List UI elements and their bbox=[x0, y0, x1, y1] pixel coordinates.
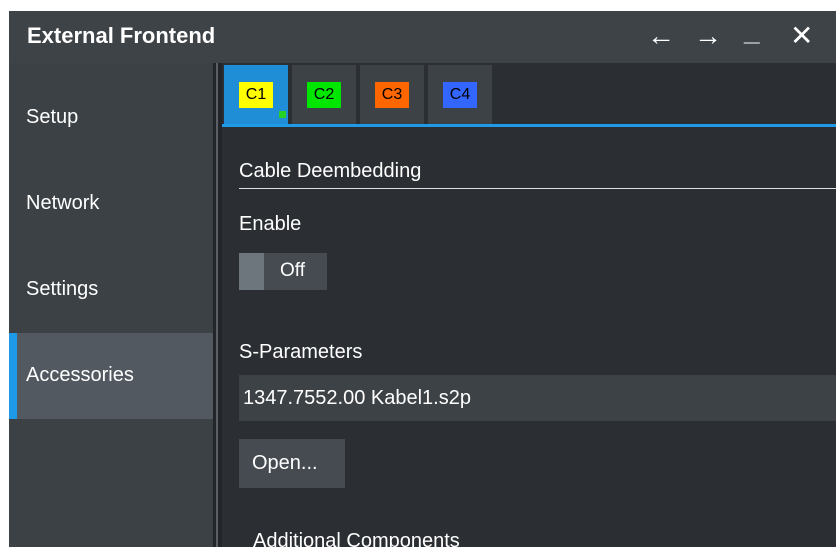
tab-c4[interactable]: C4 bbox=[428, 65, 492, 124]
s-parameters-label: S-Parameters bbox=[239, 341, 363, 363]
minimize-icon[interactable]: _ bbox=[744, 17, 760, 45]
tab-c3[interactable]: C3 bbox=[360, 65, 424, 124]
tab-label: C3 bbox=[375, 82, 409, 108]
sidebar-item-label: Setup bbox=[26, 106, 79, 128]
sidebar-item-label: Network bbox=[26, 192, 100, 214]
main-panel: C1 C2 C3 C4 Cable Deembedding Enable Off… bbox=[222, 63, 836, 547]
enable-label: Enable bbox=[239, 213, 302, 235]
tab-label: C2 bbox=[307, 82, 341, 108]
enable-toggle[interactable]: Off bbox=[239, 253, 327, 290]
toggle-knob bbox=[239, 253, 264, 290]
sidebar-item-label: Settings bbox=[26, 278, 99, 300]
tab-c1[interactable]: C1 bbox=[224, 65, 288, 124]
tab-underline bbox=[222, 124, 836, 127]
sidebar: Setup Network Settings Accessories bbox=[9, 63, 213, 547]
sidebar-item-network[interactable]: Network bbox=[9, 161, 213, 247]
sidebar-item-accessories[interactable]: Accessories bbox=[9, 333, 213, 419]
section-divider bbox=[239, 188, 836, 189]
open-button-label: Open... bbox=[252, 452, 318, 474]
section-title: Cable Deembedding bbox=[239, 160, 422, 182]
external-frontend-window: External Frontend ← → _ ✕ Setup Network … bbox=[9, 11, 836, 547]
s-parameters-file-field[interactable]: 1347.7552.00 Kabel1.s2p bbox=[239, 375, 836, 421]
tab-label: C1 bbox=[239, 82, 273, 108]
active-indicator-icon bbox=[279, 111, 286, 118]
toggle-state: Off bbox=[280, 260, 305, 281]
additional-components-label: Additional Components bbox=[253, 530, 460, 547]
sidebar-item-label: Accessories bbox=[26, 364, 134, 386]
tab-c2[interactable]: C2 bbox=[292, 65, 356, 124]
sidebar-item-settings[interactable]: Settings bbox=[9, 247, 213, 333]
file-name: 1347.7552.00 Kabel1.s2p bbox=[243, 387, 471, 409]
close-icon[interactable]: ✕ bbox=[790, 22, 813, 50]
window-title: External Frontend bbox=[27, 23, 216, 48]
open-button[interactable]: Open... bbox=[239, 439, 345, 488]
panel-divider[interactable] bbox=[213, 63, 222, 547]
forward-arrow-icon[interactable]: → bbox=[694, 22, 722, 50]
channel-tabs: C1 C2 C3 C4 bbox=[222, 63, 836, 127]
back-arrow-icon[interactable]: ← bbox=[647, 22, 675, 50]
tab-label: C4 bbox=[443, 82, 477, 108]
sidebar-item-setup[interactable]: Setup bbox=[9, 75, 213, 161]
title-bar: External Frontend ← → _ ✕ bbox=[9, 11, 836, 63]
